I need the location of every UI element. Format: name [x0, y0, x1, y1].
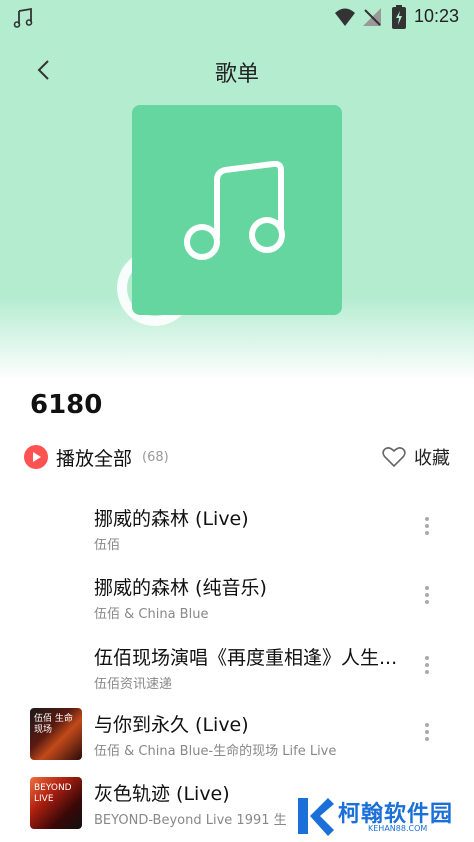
play-all-label[interactable]: 播放全部 [56, 444, 132, 471]
list-item[interactable]: 伍佰现场演唱《再度重相逢》人生... 伍佰资讯速递 [0, 643, 474, 711]
list-item[interactable]: 挪威的森林 (Live) 伍佰 [0, 504, 474, 572]
song-artist: 伍佰 [94, 538, 121, 553]
kehan-logo-icon [298, 798, 334, 836]
album-art-text: 伍佰 生命 现场 [34, 714, 73, 735]
play-icon[interactable] [24, 445, 48, 469]
album-art: 伍佰 生命 现场 [30, 708, 82, 760]
list-item[interactable]: 伍佰 生命 现场 与你到永久 (Live) 伍佰 & China Blue-生命… [0, 708, 474, 778]
no-sim-icon [363, 8, 381, 26]
more-options-icon[interactable] [420, 720, 434, 748]
song-title: 与你到永久 (Live) [94, 714, 249, 736]
status-time: 10:23 [414, 6, 460, 26]
music-note-icon [13, 7, 33, 28]
play-all-button[interactable]: 播放全部 (68) [24, 442, 169, 472]
music-note-icon [184, 160, 285, 260]
status-bar: 10:23 [0, 0, 474, 34]
list-item[interactable]: 挪威的森林 (纯音乐) 伍佰 & China Blue [0, 573, 474, 641]
more-options-icon[interactable] [420, 514, 434, 542]
song-artist: 伍佰资讯速递 [94, 677, 173, 692]
favorite-label[interactable]: 收藏 [414, 444, 450, 470]
favorite-button[interactable]: 收藏 [382, 444, 450, 470]
more-options-icon[interactable] [420, 653, 434, 681]
page-title: 歌单 [214, 62, 259, 87]
song-title: 挪威的森林 (纯音乐) [94, 577, 267, 599]
song-artist: 伍佰 & China Blue-生命的现场 Life Live [94, 744, 337, 759]
wifi-icon [335, 8, 355, 26]
song-artist: 伍佰 & China Blue [94, 607, 209, 622]
more-options-icon[interactable] [420, 583, 434, 611]
album-art: BEYOND LIVE [30, 777, 82, 829]
playlist-name: 6180 [30, 390, 103, 420]
play-all-count: (68) [142, 449, 169, 465]
watermark: 柯翰软件园 KEHAN88.COM [294, 792, 474, 842]
playlist-cover [132, 105, 342, 315]
album-art-text: BEYOND LIVE [34, 783, 72, 804]
heart-icon[interactable] [382, 446, 406, 468]
song-title: 伍佰现场演唱《再度重相逢》人生... [94, 647, 398, 669]
watermark-url: KEHAN88.COM [368, 824, 428, 833]
battery-charging-icon [392, 5, 406, 29]
song-title: 挪威的森林 (Live) [94, 508, 249, 530]
